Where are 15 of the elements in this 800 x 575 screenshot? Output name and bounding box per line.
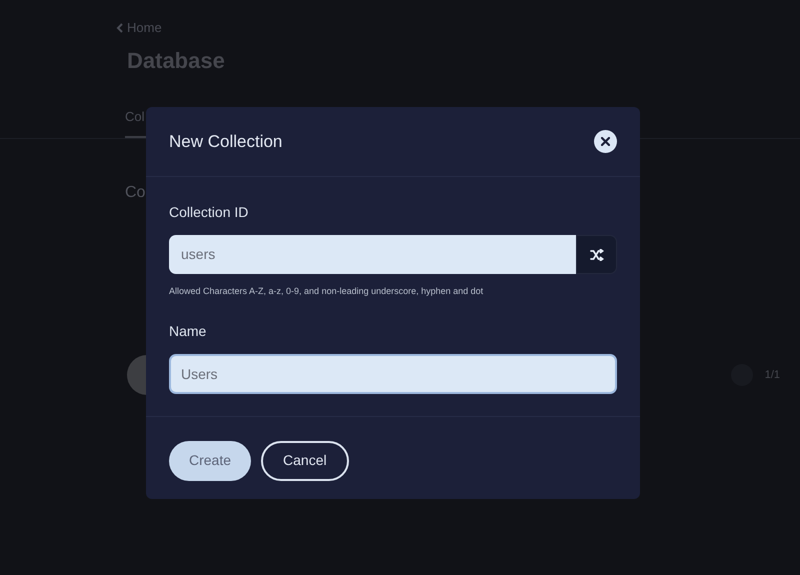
close-icon — [601, 137, 610, 146]
close-button[interactable] — [594, 130, 617, 153]
field-label: Name — [169, 322, 208, 340]
chevron-left-icon — [116, 22, 123, 33]
back-link[interactable]: Home — [116, 18, 162, 38]
dialog-title: New Collection — [169, 130, 282, 153]
field-hint: Allowed Characters A-Z, a-z, 0-9, and non-leading underscore, hyphen and dot — [169, 285, 484, 298]
input-field[interactable]: users — [169, 235, 576, 274]
field-label: Collection ID — [169, 203, 250, 222]
shuffle-icon — [590, 248, 604, 260]
cancel-button[interactable]: Cancel — [261, 440, 349, 480]
section-heading: Co — [125, 183, 146, 203]
input-field[interactable]: Users — [169, 354, 617, 394]
shuffle-button[interactable] — [576, 235, 617, 274]
create-button[interactable]: Create — [169, 440, 252, 480]
